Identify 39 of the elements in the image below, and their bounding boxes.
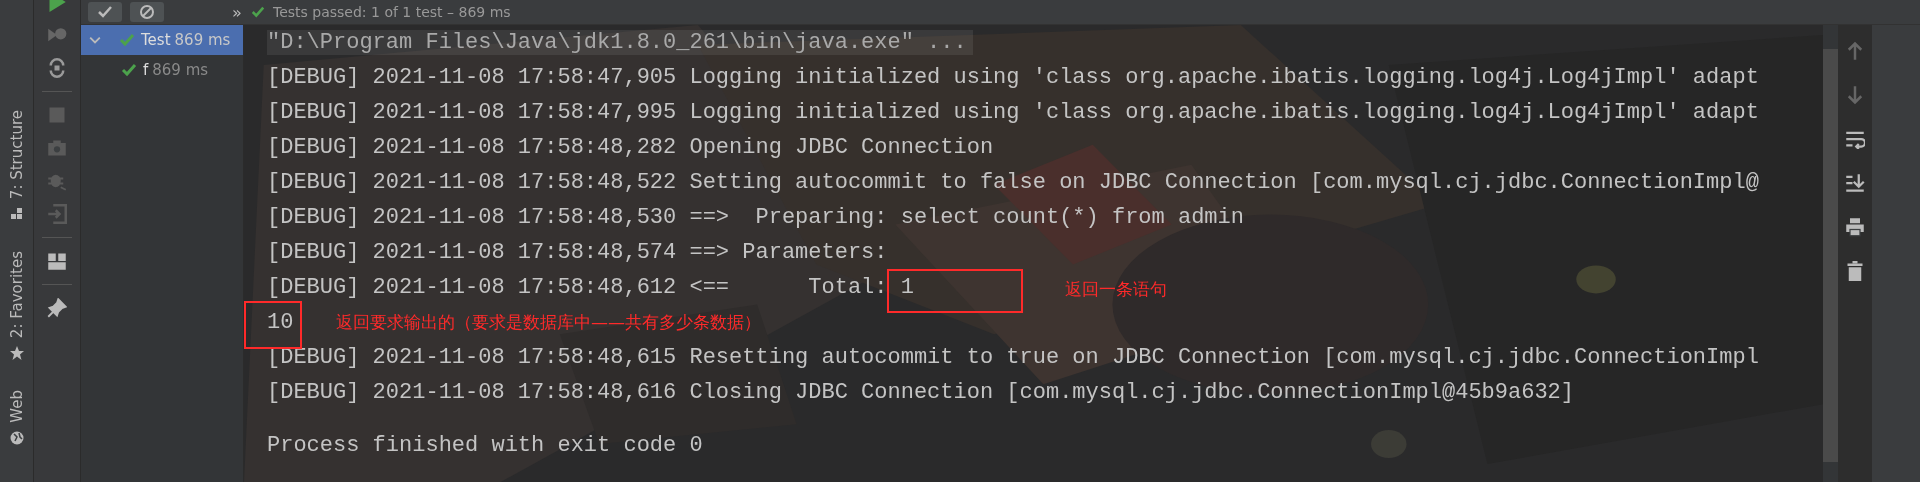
up-arrow-icon[interactable]: [1845, 41, 1865, 61]
check-icon: [97, 4, 113, 20]
log-line: [DEBUG] 2021-11-08 17:58:48,615 Resetting autocommit to true on JDBC Connection [com.mysql.cj.jdbc.ConnectionImpl: [267, 345, 1759, 370]
scrollbar[interactable]: [1823, 49, 1838, 462]
trash-icon[interactable]: [1845, 261, 1865, 281]
tool-window-tab[interactable]: Web: [7, 390, 26, 423]
log-line: [DEBUG] 2021-11-08 17:58:47,995 Logging initialized using 'class org.apache.ibatis.logging.log4j.Log4jImpl' adapt: [267, 100, 1759, 125]
tree-item[interactable]: f 869 ms: [81, 55, 243, 85]
layout-icon[interactable]: [47, 251, 67, 271]
annotation: 返回要求输出的（要求是数据库中——共有多少条数据）: [336, 311, 761, 334]
more-button[interactable]: »: [232, 2, 242, 22]
refresh-icon[interactable]: [47, 58, 67, 78]
log-line: [DEBUG] 2021-11-08 17:58:48,574 ==> Parameters:: [267, 240, 889, 265]
log-line: [DEBUG] 2021-11-08 17:58:48,530 ==> Preparing: select count(*) from admin: [267, 205, 1244, 230]
exit-message: Process finished with exit code 0: [267, 432, 703, 458]
globe-icon: [9, 431, 24, 445]
tree-item[interactable]: Test 869 ms: [81, 25, 243, 55]
soft-wrap-icon[interactable]: [1845, 129, 1865, 149]
log-line: [DEBUG] 2021-11-08 17:58:48,282 Opening JDBC Connection: [267, 135, 994, 160]
print-icon[interactable]: [1845, 217, 1865, 237]
log-line: [DEBUG] 2021-11-08 17:58:48,616 Closing JDBC Connection [com.mysql.cj.jdbc.ConnectionImpl@45b9a632]: [267, 380, 1574, 405]
output-line: 10: [267, 310, 294, 335]
pin-icon[interactable]: [47, 298, 67, 318]
chevron-icon[interactable]: [89, 34, 101, 46]
log-line: [DEBUG] 2021-11-08 17:58:47,905 Logging initialized using 'class org.apache.ibatis.logging.log4j.Log4jImpl' adapt: [267, 65, 1759, 90]
down-arrow-icon[interactable]: [1845, 85, 1865, 105]
show-passed-button[interactable]: [88, 2, 122, 22]
test-status: Tests passed: 1 of 1 test – 869 ms: [273, 4, 511, 20]
highlight-frame: [244, 301, 302, 349]
structure-icon: [9, 207, 24, 222]
scroll-to-end-icon[interactable]: [1845, 173, 1865, 193]
log-line: [DEBUG] 2021-11-08 17:58:48,522 Setting autocommit to false on JDBC Connection [com.mysql.cj.jdbc.ConnectionImpl@: [267, 170, 1759, 195]
star-icon: [9, 346, 24, 361]
tool-window-tab[interactable]: 2: Favorites: [7, 251, 26, 339]
log-line: [DEBUG] 2021-11-08 17:58:48,612 <== Total: 1: [267, 275, 914, 300]
annotation: 返回一条语句: [1065, 278, 1167, 301]
tool-window-tab[interactable]: 7: Structure: [7, 110, 26, 200]
prohibited-icon: [139, 4, 155, 20]
show-ignored-button[interactable]: [130, 2, 164, 22]
